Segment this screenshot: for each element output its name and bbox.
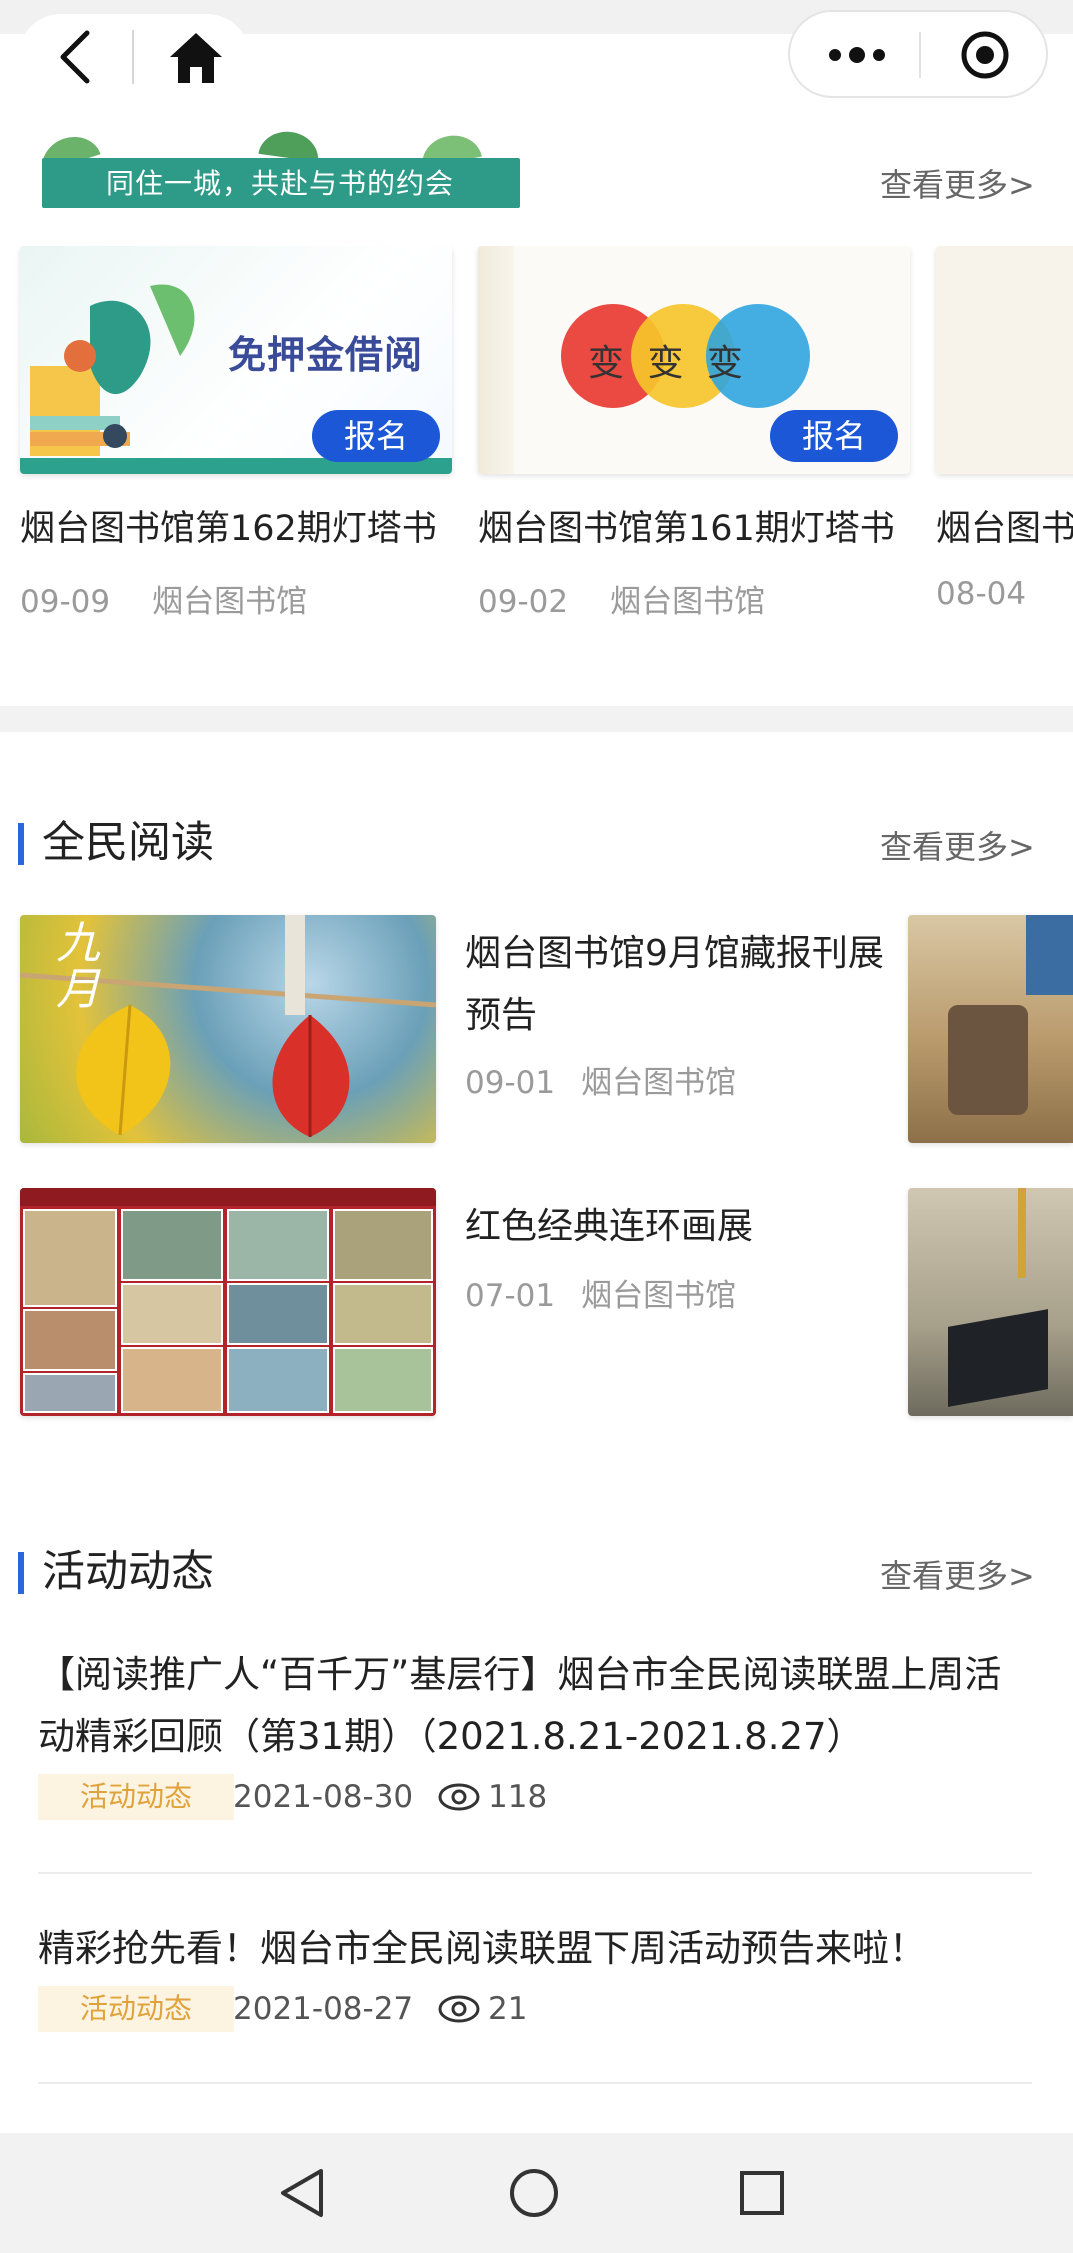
activity-cards-carousel[interactable]: 免押金借阅 报名 烟台图书馆第162期灯塔书 09-09 烟台图书馆 变 变 变 … (0, 246, 1073, 636)
back-button[interactable] (40, 22, 110, 92)
top-bar (0, 0, 1073, 110)
news-views: 118 (438, 1774, 547, 1820)
reading-date: 09-01 (465, 1065, 556, 1101)
system-home-button[interactable] (502, 2161, 566, 2225)
triangle-back-icon (281, 2169, 323, 2217)
reading-meta: 09-01 烟台图书馆 (465, 1057, 736, 1102)
news-tag: 活动动态 (38, 1774, 234, 1820)
reading-org: 烟台图书馆 (581, 1065, 737, 1101)
card-org: 烟台图书馆 (152, 584, 308, 620)
card-date: 08-04 (936, 576, 1027, 612)
target-icon (961, 31, 1009, 79)
card-title[interactable]: 烟台图书馆第162期灯塔书 (20, 500, 452, 551)
news-item[interactable]: 【阅读推广人“百千万”基层行】烟台市全民阅读联盟上周活动精彩回顾（第31期）（2… (38, 1644, 1032, 1822)
news-title[interactable]: 【阅读推广人“百千万”基层行】烟台市全民阅读联盟上周活动精彩回顾（第31期）（2… (38, 1644, 1032, 1768)
mini-program-capsule (788, 10, 1048, 98)
view-count: 21 (488, 1991, 528, 2027)
section-divider (0, 706, 1073, 732)
section-title: 活动动态 (42, 1547, 214, 1597)
capsule-divider (919, 32, 921, 78)
list-divider (38, 1872, 1032, 1874)
section-accent-bar (18, 823, 24, 865)
news-date: 2021-08-27 (233, 1991, 414, 2027)
system-back-button[interactable] (270, 2161, 334, 2225)
card-org: 烟台图书馆 (610, 584, 766, 620)
card-image (936, 246, 1073, 474)
side-image-detail (1018, 1188, 1026, 1278)
nav-separator (132, 30, 134, 84)
home-button[interactable] (160, 22, 232, 94)
chevron-left-icon (60, 30, 90, 84)
reading-thumbnail: 九月 (20, 915, 436, 1143)
news-meta: 活动动态 2021-08-30 118 (38, 1774, 1032, 1822)
signup-button[interactable]: 报名 (312, 410, 440, 462)
reading-side-thumbnail (908, 915, 1073, 1143)
news-views: 21 (438, 1986, 527, 2032)
thumbnail-text: 九月 (56, 918, 100, 1015)
home-icon (170, 33, 222, 83)
card-date: 09-09 (20, 584, 111, 620)
leaf-decoration (258, 127, 322, 163)
banner-see-more-link[interactable]: 查看更多> (880, 160, 1035, 206)
card-meta: 09-02 烟台图书馆 (478, 576, 765, 621)
reading-item[interactable]: 红色经典连环画展 07-01 烟台图书馆 (0, 1188, 1073, 1416)
eye-icon (438, 1995, 480, 2023)
reading-see-more-link[interactable]: 查看更多> (880, 822, 1035, 868)
circle-home-icon (510, 2169, 558, 2217)
side-image-detail (948, 1005, 1028, 1115)
reading-thumbnail (20, 1188, 436, 1416)
activity-card[interactable]: 变 变 变 报名 烟台图书馆第161期灯塔书 09-02 烟台图书馆 (478, 246, 910, 636)
section-accent-bar (18, 1552, 24, 1594)
card-image-text: 免押金借阅 (228, 333, 424, 377)
reading-meta: 07-01 烟台图书馆 (465, 1270, 736, 1315)
reading-date: 07-01 (465, 1278, 556, 1314)
banner-title: 同住一城，共赴与书的约会 (105, 167, 454, 200)
reading-org: 烟台图书馆 (581, 1278, 737, 1314)
activity-card[interactable]: 烟台图书 08-04 (936, 246, 1073, 636)
card-meta: 08-04 (936, 576, 1026, 612)
news-meta: 活动动态 2021-08-27 21 (38, 1986, 1032, 2034)
side-image-detail (1026, 915, 1073, 995)
news-item[interactable]: 精彩抢先看！烟台市全民阅读联盟下周活动预告来啦！ 活动动态 2021-08-27… (38, 1918, 1032, 2034)
card-title[interactable]: 烟台图书 (936, 500, 1073, 551)
system-navigation-bar (0, 2133, 1073, 2253)
card-meta: 09-09 烟台图书馆 (20, 576, 307, 621)
reading-title[interactable]: 烟台图书馆9月馆藏报刊展预告 (465, 923, 895, 1047)
card-image: 免押金借阅 报名 (20, 246, 452, 474)
card-image-text: 变 变 变 (588, 343, 749, 384)
system-recents-button[interactable] (730, 2161, 794, 2225)
comics-illustration (20, 1188, 436, 1413)
card-date: 09-02 (478, 584, 569, 620)
book-spine-decoration (478, 246, 514, 474)
side-image-detail (948, 1309, 1048, 1407)
more-dots-icon (829, 47, 885, 63)
card-image: 变 变 变 报名 (478, 246, 910, 474)
list-divider (38, 2082, 1032, 2084)
activity-card[interactable]: 免押金借阅 报名 烟台图书馆第162期灯塔书 09-09 烟台图书馆 (20, 246, 452, 636)
eye-icon (438, 1783, 480, 1811)
view-count: 118 (488, 1779, 548, 1815)
reading-title[interactable]: 红色经典连环画展 (465, 1196, 895, 1258)
more-button[interactable] (812, 20, 902, 90)
news-title[interactable]: 精彩抢先看！烟台市全民阅读联盟下周活动预告来啦！ (38, 1918, 1032, 1980)
activity-see-more-link[interactable]: 查看更多> (880, 1551, 1035, 1597)
news-date: 2021-08-30 (233, 1779, 414, 1815)
reading-side-thumbnail (908, 1188, 1073, 1416)
square-recents-icon (740, 2171, 784, 2215)
section-title: 全民阅读 (42, 818, 214, 868)
close-mini-program-button[interactable] (940, 20, 1030, 90)
banner-header: 同住一城，共赴与书的约会 (20, 127, 520, 214)
card-title[interactable]: 烟台图书馆第161期灯塔书 (478, 500, 910, 551)
reading-item[interactable]: 九月 烟台图书馆9月馆藏报刊展预告 09-01 烟台图书馆 (0, 915, 1073, 1143)
news-tag: 活动动态 (38, 1986, 234, 2032)
signup-button[interactable]: 报名 (770, 410, 898, 462)
